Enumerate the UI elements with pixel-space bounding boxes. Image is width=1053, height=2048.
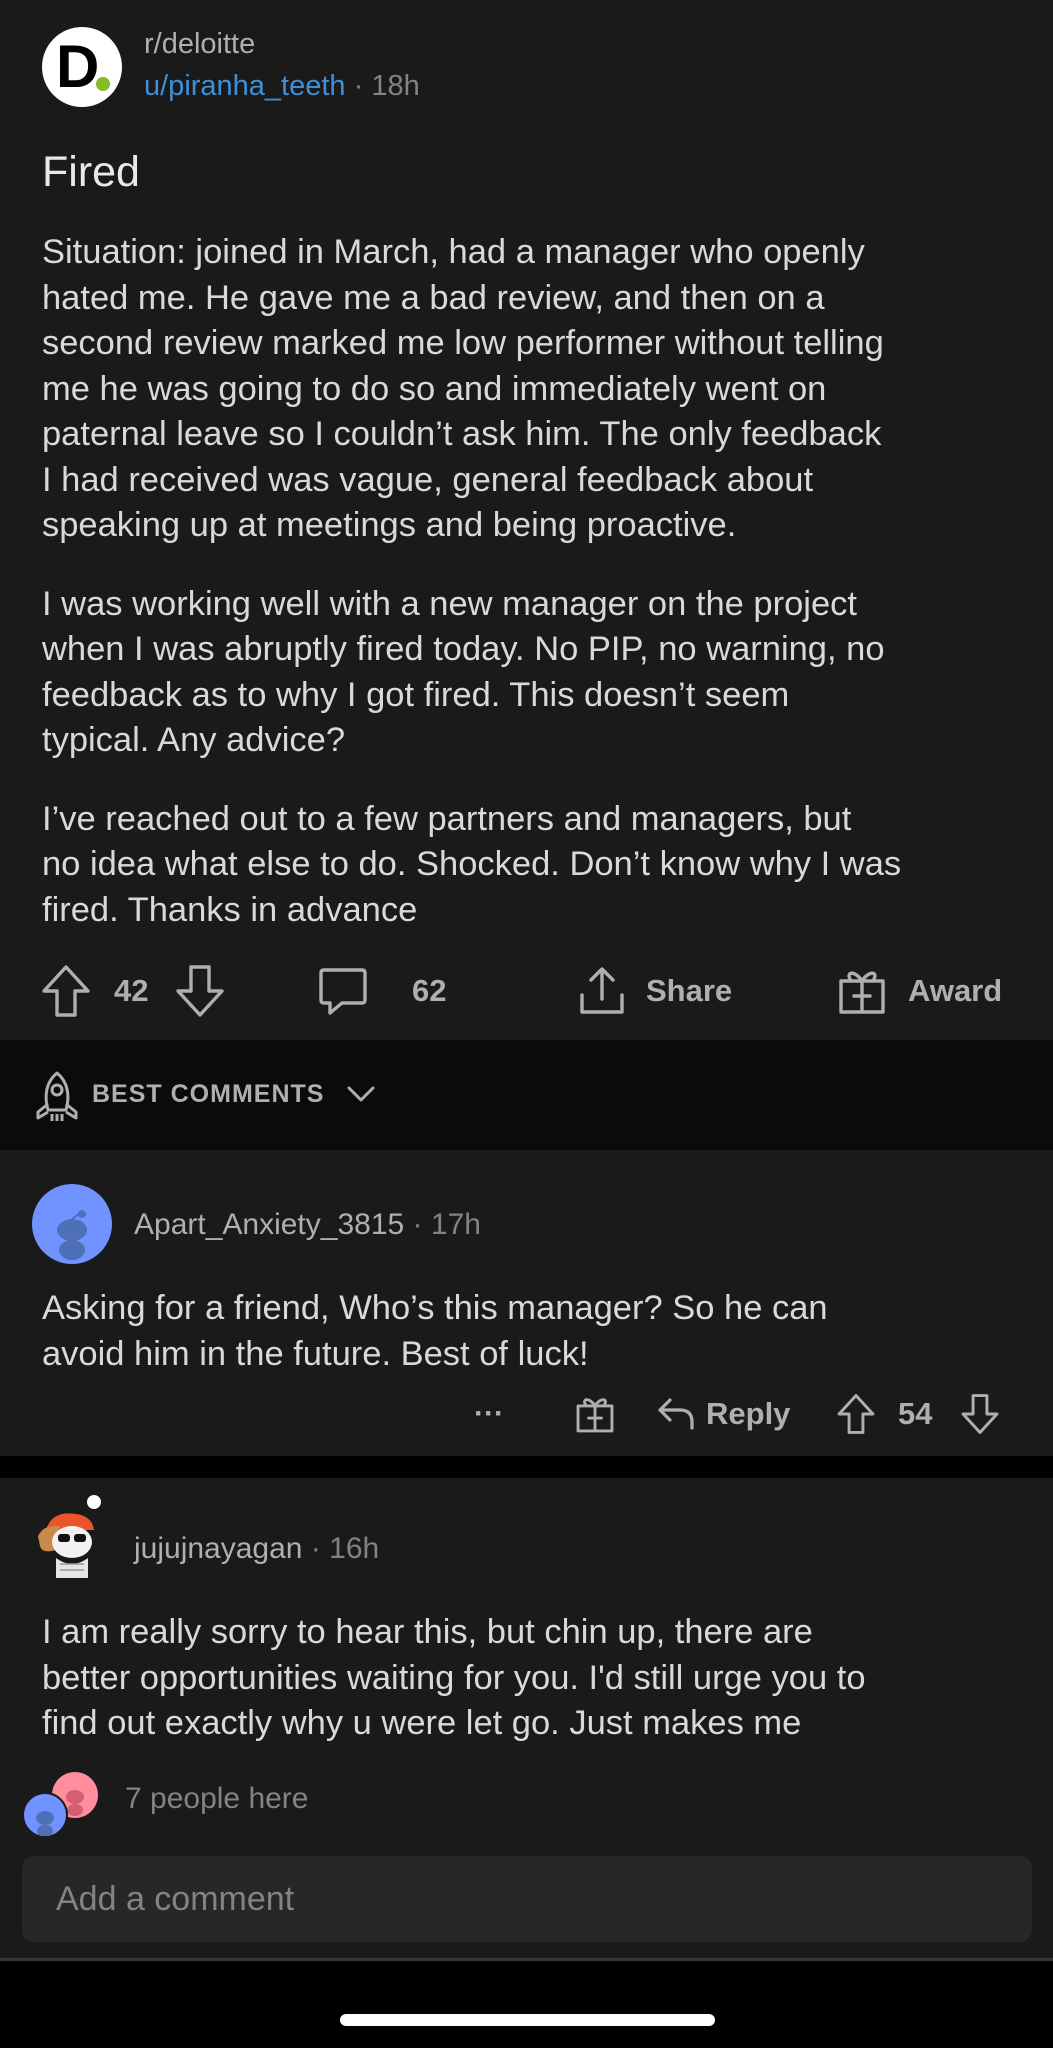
post-time: 18h bbox=[371, 70, 420, 102]
arrow-up-icon bbox=[42, 965, 90, 1017]
downvote-button[interactable] bbox=[960, 1384, 1000, 1444]
comment-body: Asking for a friend, Who’s this manager?… bbox=[42, 1289, 828, 1373]
post-vote-count: 42 bbox=[114, 973, 149, 1008]
arrow-down-icon bbox=[176, 965, 224, 1017]
subreddit-avatar[interactable]: D bbox=[42, 27, 122, 107]
post-actions: 42 62 Share Award bbox=[0, 958, 1053, 1024]
rocket-icon bbox=[36, 1071, 78, 1121]
arrow-up-icon bbox=[837, 1394, 875, 1434]
share-label: Share bbox=[646, 973, 733, 1008]
comment-author[interactable]: jujujnayagan bbox=[134, 1532, 302, 1565]
gift-icon bbox=[839, 971, 885, 1014]
snoo-avatar-icon bbox=[36, 1811, 54, 1837]
avatar[interactable] bbox=[32, 1490, 112, 1578]
comment-body: I am really sorry to hear this, but chin… bbox=[42, 1613, 866, 1742]
post-card: D r/deloitte u/piranha_teeth · 18h Fired… bbox=[0, 0, 1053, 1040]
upvote-button[interactable] bbox=[836, 1384, 876, 1444]
post-title: Fired bbox=[42, 148, 140, 196]
share-button[interactable]: Share bbox=[576, 958, 732, 1024]
subreddit-name[interactable]: r/deloitte bbox=[144, 28, 255, 61]
people-here-text: 7 people here bbox=[125, 1782, 309, 1815]
comment-time: 17h bbox=[430, 1208, 481, 1241]
logo-dot bbox=[96, 77, 110, 91]
divider bbox=[0, 1958, 1053, 1961]
viewer-avatar bbox=[22, 1792, 68, 1838]
comment-vote-count: 54 bbox=[898, 1396, 933, 1431]
post-comment-count: 62 bbox=[412, 973, 447, 1008]
comment-composer-panel: 7 people here Add a comment bbox=[0, 1748, 1053, 1958]
avatar[interactable] bbox=[32, 1184, 112, 1264]
comments-button[interactable] bbox=[316, 958, 370, 1024]
post-paragraph: I was working well with a new manager on… bbox=[42, 584, 885, 760]
reply-label: Reply bbox=[706, 1396, 791, 1431]
more-options-button[interactable]: ··· bbox=[474, 1384, 504, 1444]
sort-label: BEST COMMENTS bbox=[92, 1080, 325, 1108]
snoo-avatar-icon bbox=[57, 1210, 87, 1260]
add-comment-placeholder: Add a comment bbox=[56, 1880, 295, 1918]
speech-bubble-icon bbox=[319, 968, 367, 1015]
post-paragraph: I’ve reached out to a few partners and m… bbox=[42, 799, 902, 929]
reply-button[interactable]: Reply bbox=[656, 1384, 790, 1444]
add-comment-input[interactable]: Add a comment bbox=[22, 1856, 1032, 1942]
downvote-button[interactable] bbox=[174, 958, 226, 1024]
subreddit-logo-letter: D bbox=[56, 33, 100, 100]
post-paragraph: Situation: joined in March, had a manage… bbox=[42, 233, 884, 544]
comment-sort-bar[interactable]: BEST COMMENTS bbox=[0, 1040, 1053, 1150]
reply-arrow-icon bbox=[658, 1398, 694, 1430]
meta-separator: · bbox=[310, 1532, 321, 1565]
arrow-down-icon bbox=[961, 1394, 999, 1434]
post-body: Situation: joined in March, had a manage… bbox=[42, 230, 1022, 966]
upvote-button[interactable] bbox=[40, 958, 92, 1024]
award-button[interactable]: Award bbox=[836, 958, 1002, 1024]
gift-icon bbox=[576, 1398, 614, 1433]
award-button[interactable] bbox=[574, 1384, 616, 1444]
comment-actions: ··· Reply 54 bbox=[0, 1384, 1053, 1444]
comment-time: 16h bbox=[329, 1532, 380, 1565]
meta-separator: · bbox=[412, 1208, 423, 1241]
custom-avatar-icon bbox=[38, 1495, 101, 1578]
award-label: Award bbox=[908, 973, 1003, 1008]
post-author-link[interactable]: u/piranha_teeth bbox=[144, 70, 346, 102]
comment-meta: jujujnayagan · 16h bbox=[134, 1532, 379, 1566]
post-meta: u/piranha_teeth · 18h bbox=[144, 70, 420, 103]
share-icon bbox=[580, 967, 624, 1014]
comment-meta: Apart_Anxiety_3815 · 17h bbox=[134, 1208, 481, 1242]
comment-author[interactable]: Apart_Anxiety_3815 bbox=[134, 1208, 404, 1241]
chevron-down-icon bbox=[347, 1086, 375, 1102]
home-indicator[interactable] bbox=[340, 2014, 715, 2026]
meta-separator: · bbox=[353, 70, 364, 102]
comment: Apart_Anxiety_3815 · 17h Asking for a fr… bbox=[0, 1150, 1053, 1456]
